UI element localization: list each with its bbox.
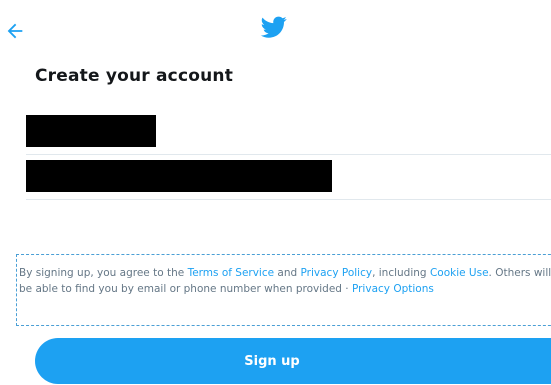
twitter-bird-icon: [260, 16, 287, 38]
legal-text: , including: [372, 267, 430, 279]
name-field[interactable]: [26, 115, 551, 155]
page-title: Create your account: [35, 66, 234, 86]
privacy-options-link[interactable]: Privacy Options: [352, 283, 434, 295]
phone-or-email-input[interactable]: [26, 160, 551, 200]
legal-notice: By signing up, you agree to the Terms of…: [16, 254, 551, 326]
phone-or-email-field[interactable]: [26, 160, 551, 200]
name-input[interactable]: [26, 115, 551, 155]
legal-text: and: [274, 267, 301, 279]
arrow-left-icon[interactable]: [4, 20, 26, 42]
terms-of-service-link[interactable]: Terms of Service: [188, 267, 275, 279]
sign-up-button[interactable]: Sign up: [35, 338, 551, 384]
privacy-policy-link[interactable]: Privacy Policy: [301, 267, 373, 279]
cookie-use-link[interactable]: Cookie Use: [430, 267, 489, 279]
create-account-page: Create your account By signing up, you a…: [0, 0, 551, 385]
legal-text: By signing up, you agree to the: [19, 267, 188, 279]
